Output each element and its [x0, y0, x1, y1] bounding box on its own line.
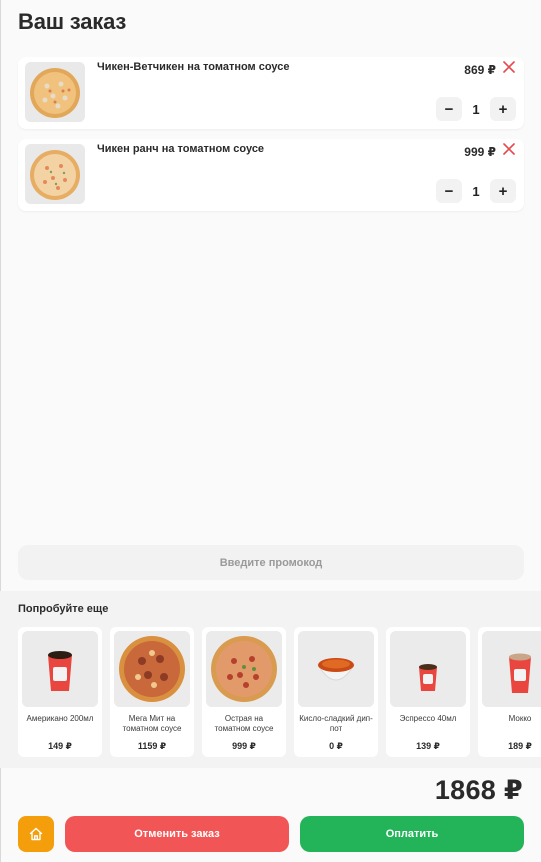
remove-item-button[interactable]	[502, 60, 516, 74]
coffee-cup-icon	[22, 631, 98, 707]
upsell-item-price: 1159 ₽	[137, 741, 167, 751]
upsell-section: Попробуйте еще Американо 200мл 149 ₽ Мег…	[0, 591, 541, 768]
sauce-icon	[298, 631, 374, 707]
order-total: 1868 ₽	[434, 775, 523, 805]
upsell-card[interactable]: Американо 200мл 149 ₽	[18, 627, 102, 757]
quantity-value: 1	[472, 101, 480, 117]
upsell-card[interactable]: Острая на томатном соусе 999 ₽	[202, 627, 286, 757]
upsell-item-name: Мега Мит на томатном соусе	[122, 714, 182, 733]
upsell-title: Попробуйте еще	[18, 603, 109, 615]
quantity-value: 1	[472, 183, 480, 199]
upsell-card[interactable]: Мега Мит на томатном соусе 1159 ₽	[110, 627, 194, 757]
home-button[interactable]	[18, 816, 54, 852]
pay-button[interactable]: Оплатить	[300, 816, 524, 852]
home-icon	[29, 827, 43, 841]
upsell-card[interactable]: Мокко 189 ₽	[478, 627, 541, 757]
upsell-card[interactable]: Кисло-сладкий дип-пот 0 ₽	[294, 627, 378, 757]
upsell-item-price: 189 ₽	[508, 741, 532, 751]
item-name: Чикен ранч на томатном соусе	[97, 143, 265, 155]
page-title: Ваш заказ	[18, 9, 127, 34]
coffee-cup-icon	[390, 631, 466, 707]
upsell-item-price: 149 ₽	[48, 741, 72, 751]
increase-quantity-button[interactable]: +	[490, 179, 516, 203]
upsell-item-price: 0 ₽	[329, 741, 343, 751]
cart-item: Чикен ранч на томатном соусе 999 ₽ − 1 +	[18, 139, 524, 211]
pizza-icon	[206, 631, 282, 707]
upsell-item-price: 999 ₽	[232, 741, 256, 751]
upsell-item-name: Американо 200мл	[26, 714, 94, 723]
pizza-icon	[25, 144, 85, 204]
upsell-carousel[interactable]: Американо 200мл 149 ₽ Мега Мит на томатн…	[18, 627, 541, 759]
upsell-item-name: Мокко	[508, 714, 532, 723]
close-icon	[503, 143, 515, 155]
order-page: Ваш заказ Чикен-Ветчикен на томатном соу…	[0, 0, 541, 862]
upsell-item-name: Эспрессо 40мл	[399, 714, 457, 723]
promo-code-input[interactable]: Введите промокод	[18, 545, 524, 580]
remove-item-button[interactable]	[502, 142, 516, 156]
upsell-item-price: 139 ₽	[416, 741, 440, 751]
decrease-quantity-button[interactable]: −	[436, 179, 462, 203]
pizza-icon	[25, 62, 85, 122]
cancel-order-button[interactable]: Отменить заказ	[65, 816, 289, 852]
decrease-quantity-button[interactable]: −	[436, 97, 462, 121]
pizza-icon	[114, 631, 190, 707]
upsell-item-name: Кисло-сладкий дип-пот	[299, 714, 373, 733]
cart-item: Чикен-Ветчикен на томатном соусе 869 ₽ −…	[18, 57, 524, 129]
upsell-card[interactable]: Эспрессо 40мл 139 ₽	[386, 627, 470, 757]
item-price: 869 ₽	[464, 63, 496, 77]
item-name: Чикен-Ветчикен на томатном соусе	[97, 61, 290, 73]
item-price: 999 ₽	[464, 145, 496, 159]
coffee-cup-icon	[482, 631, 541, 707]
increase-quantity-button[interactable]: +	[490, 97, 516, 121]
upsell-item-name: Острая на томатном соусе	[214, 714, 274, 733]
close-icon	[503, 61, 515, 73]
